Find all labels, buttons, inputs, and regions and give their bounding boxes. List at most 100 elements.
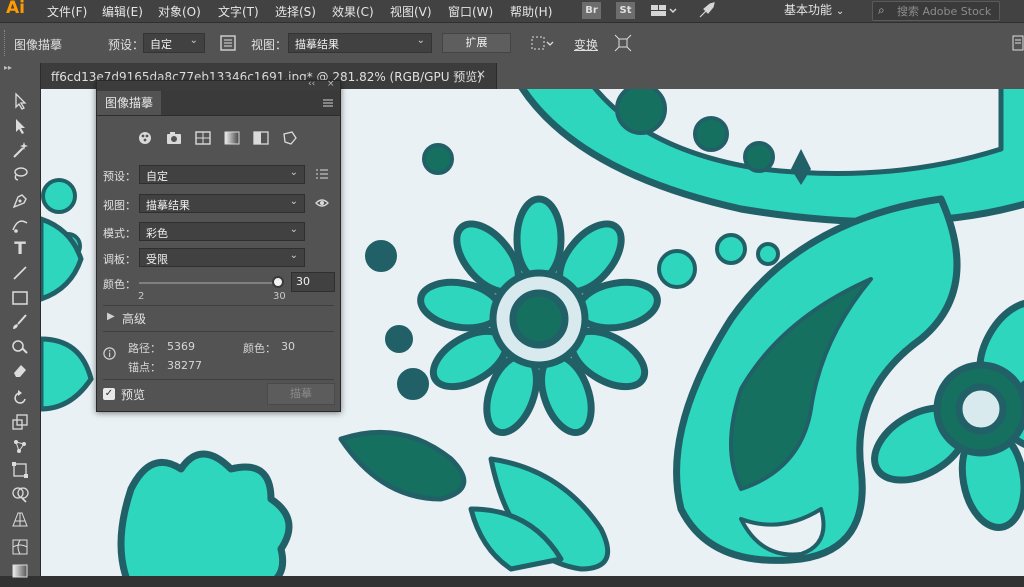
tool-panel: ▸▸ T — [0, 63, 41, 578]
advanced-toggle[interactable]: 高级 — [122, 310, 146, 327]
view-select[interactable]: 描摹结果 ⌄ — [139, 194, 305, 213]
menu-type[interactable]: 文字(T) — [218, 3, 259, 20]
paintbrush-tool-icon[interactable] — [10, 312, 30, 332]
app-logo: Ai — [6, 0, 25, 18]
preview-checkbox[interactable]: ✓ — [103, 388, 115, 400]
view-select[interactable]: 描摹结果 ⌄ — [288, 33, 432, 53]
menu-edit[interactable]: 编辑(E) — [102, 3, 143, 20]
paths-value: 5369 — [167, 340, 195, 353]
outline-preset-icon[interactable] — [282, 131, 298, 145]
low-color-preset-icon[interactable] — [195, 131, 211, 145]
colors-stat-label: 颜色： — [243, 342, 276, 355]
divider — [103, 305, 334, 306]
free-transform-tool-icon[interactable] — [10, 460, 30, 480]
control-panel-title[interactable]: 图像描摹 — [14, 36, 62, 53]
preset-select[interactable]: 自定 ⌄ — [139, 165, 305, 184]
direct-selection-tool-icon[interactable] — [10, 116, 30, 136]
pen-tool-icon[interactable] — [10, 191, 30, 211]
curvature-tool-icon[interactable] — [10, 215, 30, 235]
line-segment-tool-icon[interactable] — [10, 263, 30, 283]
chevron-down-icon: ⌄ — [189, 35, 198, 46]
tab-image-trace[interactable]: 图像描摹 — [97, 91, 161, 115]
close-panel-icon[interactable]: × — [327, 79, 335, 89]
stock-search-input[interactable]: ⌕ 搜索 Adobe Stock — [872, 1, 1000, 21]
manage-presets-icon[interactable] — [315, 167, 329, 181]
collapse-panel-icon[interactable]: ‹‹ — [308, 79, 315, 89]
colors-stat-value: 30 — [281, 340, 295, 353]
menu-help[interactable]: 帮助(H) — [510, 3, 552, 20]
rotate-tool-icon[interactable] — [10, 388, 30, 408]
grayscale-preset-icon[interactable] — [224, 131, 240, 145]
search-icon: ⌕ — [878, 3, 885, 17]
colors-min-label: 2 — [138, 291, 145, 302]
panel-menu-icon[interactable] — [322, 97, 334, 109]
preview-label: 预览 — [121, 388, 146, 402]
colors-label: 颜色： — [103, 278, 136, 291]
stock-button[interactable]: St — [616, 2, 635, 19]
trace-panel-icon[interactable] — [219, 34, 237, 52]
high-color-preset-icon[interactable] — [166, 131, 182, 145]
colors-slider-thumb[interactable] — [272, 276, 285, 288]
preset-label: 预设： — [108, 38, 145, 52]
shape-builder-tool-icon[interactable] — [10, 484, 30, 504]
close-tab-icon[interactable]: × — [476, 67, 486, 81]
auto-color-preset-icon[interactable] — [137, 131, 153, 145]
colors-max-label: 30 — [273, 291, 286, 302]
menu-view[interactable]: 视图(V) — [390, 3, 432, 20]
chevron-down-icon: ⌄ — [289, 196, 298, 207]
paths-label: 路径： — [128, 342, 161, 355]
mesh-tool-icon[interactable] — [10, 537, 30, 557]
chevron-down-icon: ⌄ — [289, 224, 298, 235]
colors-slider-track[interactable] — [139, 282, 281, 284]
expand-button[interactable]: 扩展 — [442, 33, 511, 53]
mode-select[interactable]: 彩色 ⌄ — [139, 222, 305, 241]
menu-file[interactable]: 文件(F) — [47, 3, 87, 20]
menu-window[interactable]: 窗口(W) — [448, 3, 493, 20]
panel-menu-icon[interactable] — [1012, 34, 1024, 52]
chevron-down-icon: ⌄ — [289, 167, 298, 178]
colors-value-field[interactable]: 30 — [291, 272, 335, 292]
anchors-value: 38277 — [167, 359, 202, 372]
transform-button[interactable]: 变换 — [574, 36, 598, 53]
mode-label: 模式： — [103, 227, 136, 240]
align-icon[interactable] — [530, 34, 556, 52]
menu-effect[interactable]: 效果(C) — [332, 3, 374, 20]
anchors-label: 锚点： — [128, 361, 161, 374]
menu-select[interactable]: 选择(S) — [275, 3, 316, 20]
control-bar: 图像描摹 预设： 自定 ⌄ 视图： 描摹结果 ⌄ 扩展 变换 — [0, 22, 1024, 64]
bridge-button[interactable]: Br — [582, 2, 601, 19]
collapse-toolbar-icon[interactable]: ▸▸ — [4, 63, 12, 72]
selection-tool-icon[interactable] — [10, 91, 30, 111]
chevron-down-icon: ⌄ — [416, 35, 425, 46]
trace-button[interactable]: 描摹 — [267, 383, 335, 405]
menu-object[interactable]: 对象(O) — [158, 3, 201, 20]
grip-handle[interactable] — [4, 30, 8, 56]
panel-tab-header: 图像描摹 — [97, 91, 340, 116]
magic-wand-tool-icon[interactable] — [10, 140, 30, 160]
palette-label: 调板： — [103, 253, 136, 266]
gradient-tool-icon[interactable] — [10, 561, 30, 581]
divider — [103, 379, 334, 380]
divider — [103, 331, 334, 332]
type-tool-icon[interactable]: T — [10, 239, 30, 259]
eraser-tool-icon[interactable] — [10, 360, 30, 380]
eye-icon[interactable] — [315, 197, 329, 209]
workspace-switcher[interactable]: 基本功能 ⌄ — [784, 1, 844, 18]
rectangle-tool-icon[interactable] — [10, 288, 30, 308]
view-label: 视图： — [103, 199, 136, 212]
shaper-tool-icon[interactable] — [10, 336, 30, 356]
scale-tool-icon[interactable] — [10, 412, 30, 432]
isolate-icon[interactable] — [614, 34, 632, 52]
lasso-tool-icon[interactable] — [10, 164, 30, 184]
palette-select[interactable]: 受限 ⌄ — [139, 248, 305, 267]
preset-label: 预设： — [103, 170, 136, 183]
perspective-grid-tool-icon[interactable] — [10, 509, 30, 529]
puppet-warp-tool-icon[interactable] — [10, 436, 30, 456]
panel-title-strip[interactable]: ‹‹ × — [97, 79, 340, 91]
menu-bar: Ai 文件(F) 编辑(E) 对象(O) 文字(T) 选择(S) 效果(C) 视… — [0, 0, 1024, 22]
gpu-performance-icon[interactable] — [698, 2, 716, 19]
chevron-right-icon[interactable]: ▶ — [107, 311, 115, 322]
arrange-documents-icon[interactable] — [650, 2, 678, 19]
preset-select[interactable]: 自定 ⌄ — [143, 33, 205, 53]
black-white-preset-icon[interactable] — [253, 131, 269, 145]
